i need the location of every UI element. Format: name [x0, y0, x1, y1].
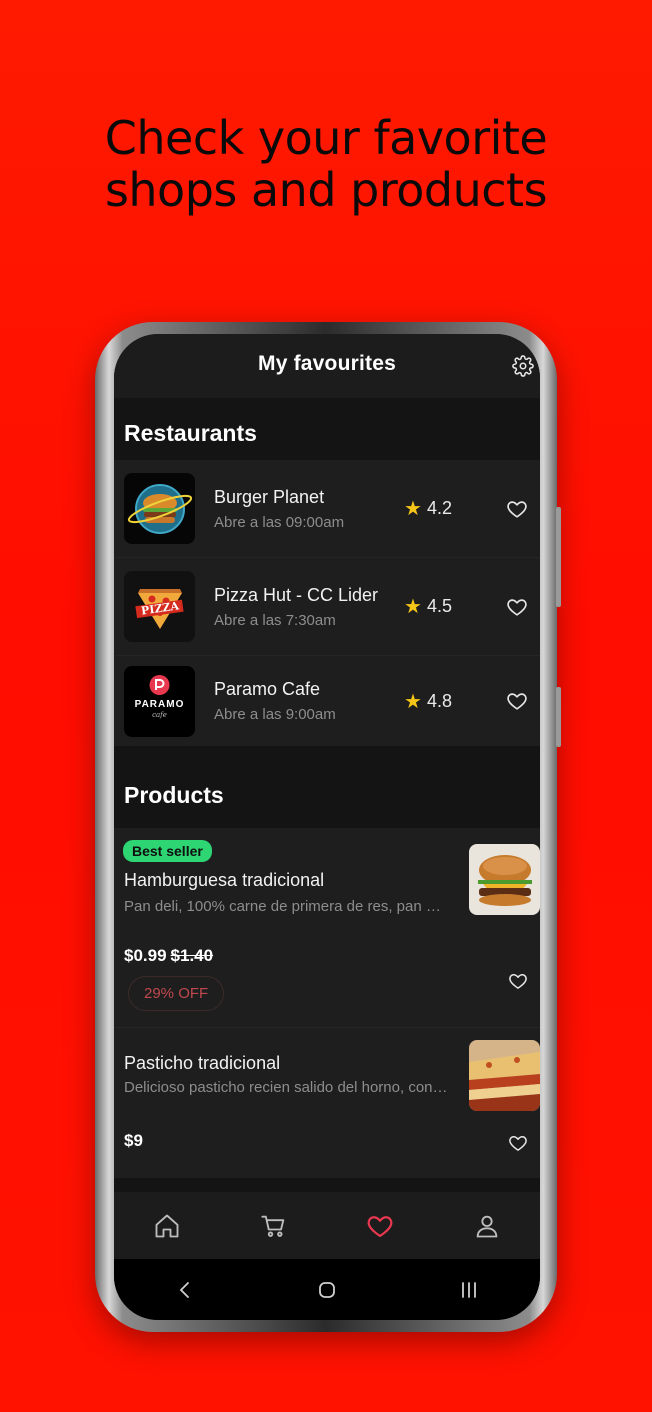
rating-value: 4.2 [426, 498, 452, 518]
best-seller-badge: Best seller [123, 840, 212, 862]
restaurant-rating: ★ 4.8 [404, 689, 452, 714]
app-header: My favourites [114, 334, 540, 398]
home-circle-icon[interactable] [317, 1280, 337, 1300]
restaurant-item-burger-planet[interactable]: Burger Planet Abre a las 09:00am ★ 4.2 [114, 460, 540, 558]
restaurant-item-paramo-cafe[interactable]: PARAMO cafe Paramo Cafe Abre a las 9:00a… [114, 656, 540, 746]
burger-planet-logo [124, 473, 195, 544]
products-section-title: Products [114, 766, 540, 828]
old-price: $1.40 [170, 946, 214, 965]
heart-icon[interactable] [366, 1212, 394, 1240]
restaurant-rating: ★ 4.5 [404, 594, 452, 619]
rating-value: 4.8 [426, 690, 452, 711]
restaurant-name: Pizza Hut - CC Lider [214, 584, 379, 605]
restaurant-hours: Abre a las 09:00am [214, 513, 345, 531]
star-icon: ★ [404, 596, 422, 618]
phone-screen: My favourites Restaurants Burger Planet … [114, 334, 540, 1320]
restaurant-name: Paramo Cafe [214, 679, 321, 699]
discount-pill: 29% OFF [128, 976, 225, 1011]
page-title: My favourites [258, 352, 396, 375]
pasticho-image [469, 1040, 540, 1111]
product-name: Pasticho tradicional [124, 1053, 281, 1073]
restaurant-item-pizza-hut[interactable]: PIZZA Pizza Hut - CC Lider Abre a las 7:… [114, 558, 540, 656]
star-icon: ★ [404, 690, 422, 713]
heart-icon[interactable] [508, 1133, 528, 1153]
back-icon[interactable] [175, 1280, 195, 1300]
product-price: $0.99 $1.40 [124, 946, 213, 966]
system-navigation-bar [114, 1259, 540, 1320]
heart-icon[interactable] [506, 690, 528, 712]
product-name: Hamburguesa tradicional [124, 870, 325, 890]
power-button [556, 687, 561, 747]
hamburguesa-image [469, 844, 540, 915]
heart-icon[interactable] [508, 971, 528, 991]
restaurant-rating: ★ 4.2 [404, 496, 452, 521]
volume-button [556, 507, 561, 607]
headline-line-1: Check your favorite [104, 111, 548, 165]
restaurant-hours: Abre a las 9:00am [214, 706, 336, 723]
product-price: $9 [124, 1131, 143, 1150]
product-description: Delicioso pasticho recien salido del hor… [124, 1079, 449, 1096]
product-item-hamburguesa[interactable]: Best seller Hamburguesa tradicional Pan … [114, 828, 540, 1028]
heart-icon[interactable] [506, 596, 528, 618]
gear-icon[interactable] [512, 355, 534, 377]
headline-line-2: shops and products [104, 163, 548, 217]
paramo-logo: PARAMO cafe [124, 665, 195, 737]
product-description: Pan deli, 100% carne de primera de res, … [124, 898, 449, 915]
section-spacer [114, 746, 540, 766]
restaurants-section-title: Restaurants [114, 398, 540, 460]
star-icon: ★ [404, 498, 422, 520]
home-icon[interactable] [153, 1212, 181, 1240]
product-item-pasticho[interactable]: Pasticho tradicional Delicioso pasticho … [114, 1028, 540, 1178]
pizza-logo: PIZZA [124, 571, 195, 642]
heart-icon[interactable] [506, 498, 528, 520]
recent-apps-icon[interactable] [459, 1280, 479, 1300]
restaurant-hours: Abre a las 7:30am [214, 611, 336, 629]
restaurant-name: Burger Planet [214, 486, 325, 507]
cart-icon[interactable] [260, 1212, 288, 1240]
bottom-navigation [114, 1192, 540, 1259]
promo-headline: Check your favorite shops and products [0, 112, 652, 216]
paramo-logo-sub: cafe [152, 710, 167, 719]
restaurants-list: Burger Planet Abre a las 09:00am ★ 4.2 P… [114, 460, 540, 746]
paramo-logo-text: PARAMO [134, 698, 185, 710]
rating-value: 4.5 [426, 596, 452, 616]
user-icon[interactable] [473, 1212, 501, 1240]
current-price: $0.99 [124, 946, 167, 965]
